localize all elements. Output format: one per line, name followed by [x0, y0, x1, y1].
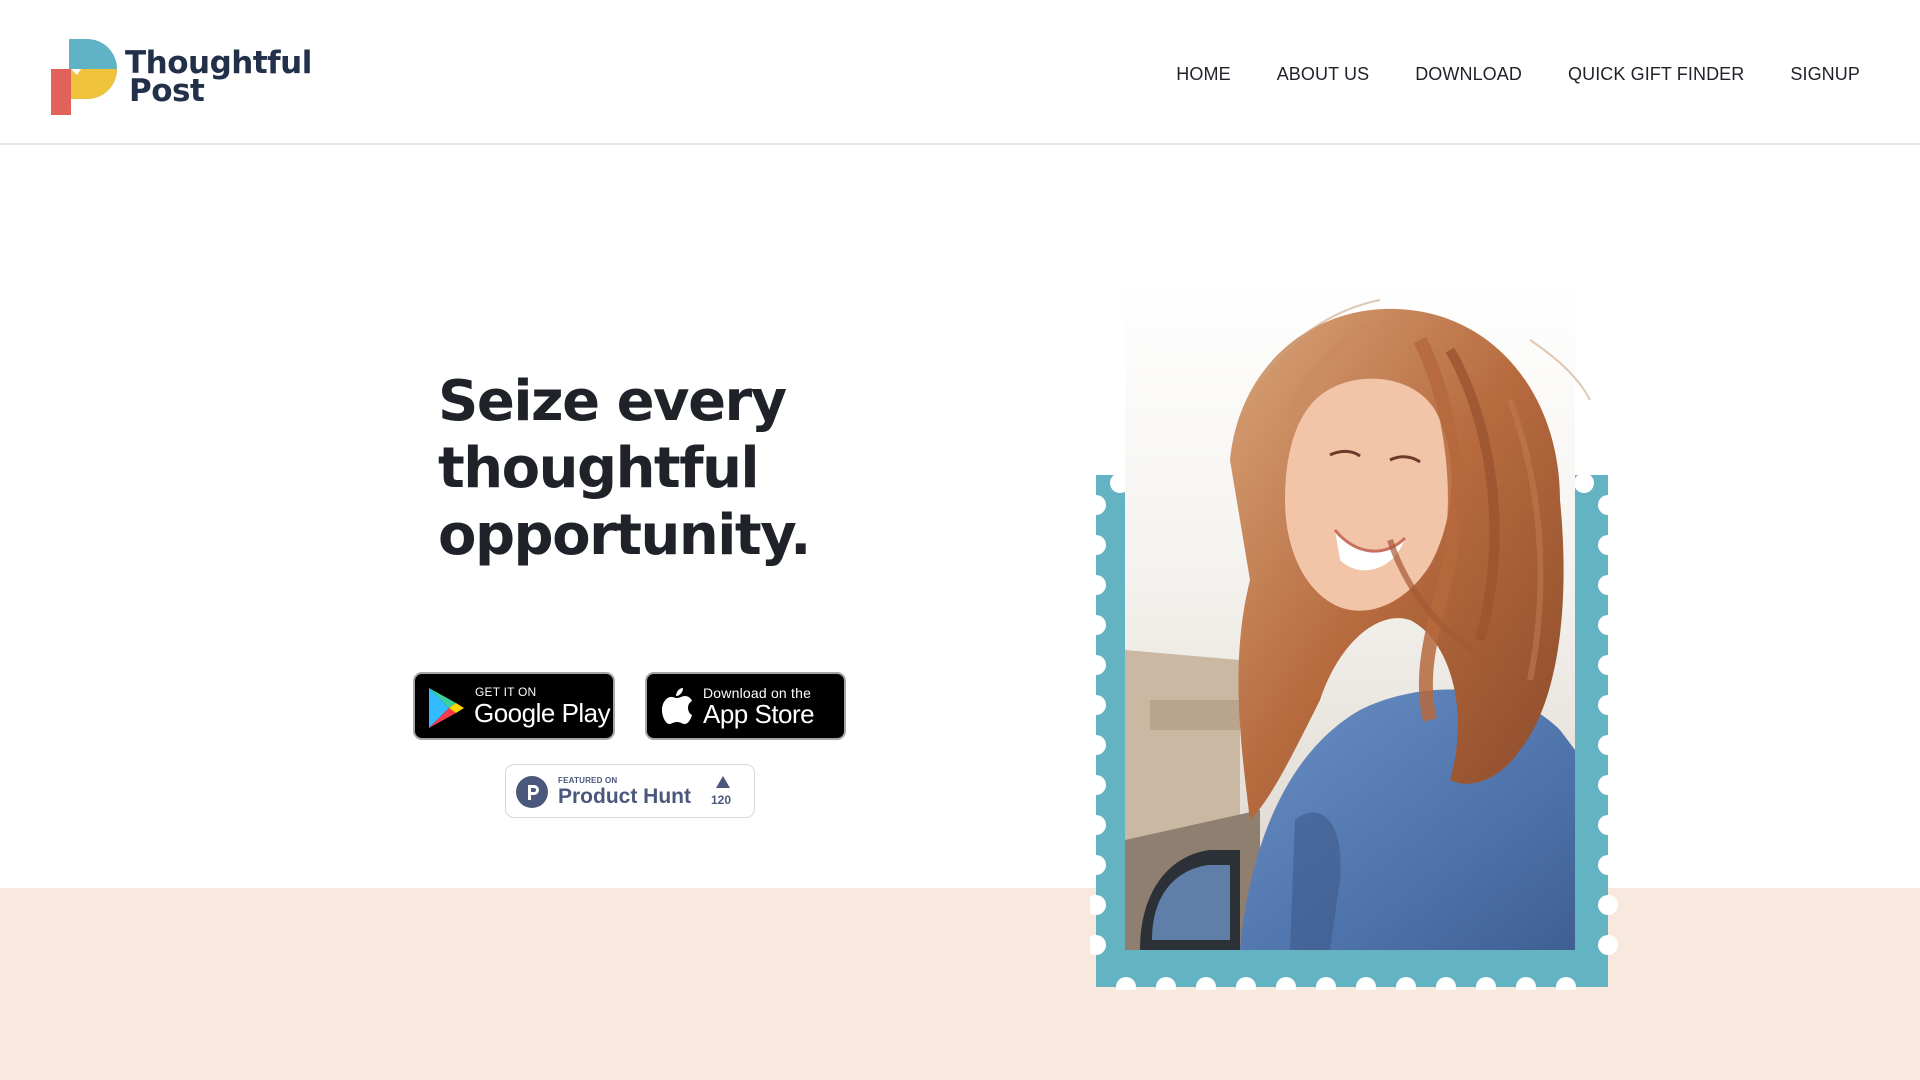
google-play-large-text: Google Play	[474, 698, 611, 728]
google-play-small-text: GET IT ON	[475, 685, 537, 699]
upvote-triangle-icon	[716, 776, 730, 788]
logo-mark-icon	[51, 39, 117, 115]
headline-line-1: Seize every	[438, 369, 787, 434]
google-play-icon	[429, 688, 464, 728]
stamp-photo-illustration	[1090, 280, 1618, 990]
logo-wordmark: Thoughtful Post	[125, 48, 312, 109]
peach-background-band	[0, 888, 1920, 1080]
product-hunt-upvote-count: 120	[711, 793, 732, 807]
google-play-badge[interactable]: GET IT ON Google Play	[413, 672, 615, 740]
nav-download[interactable]: DOWNLOAD	[1415, 64, 1522, 85]
nav-quick-gift-finder[interactable]: QUICK GIFT FINDER	[1568, 64, 1744, 85]
app-store-large-text: App Store	[703, 699, 815, 729]
headline-line-3: opportunity.	[438, 503, 811, 568]
nav-home[interactable]: HOME	[1176, 64, 1230, 85]
stamp-photo	[1090, 280, 1620, 990]
main-nav: HOME ABOUT US DOWNLOAD QUICK GIFT FINDER…	[1176, 64, 1860, 85]
nav-signup[interactable]: SIGNUP	[1790, 64, 1860, 85]
product-hunt-badge[interactable]: FEATURED ON Product Hunt 120	[505, 764, 755, 818]
thoughtful-post-logo[interactable]: Thoughtful Post	[51, 39, 312, 115]
logo-wordmark-line2: Post	[129, 73, 205, 109]
product-hunt-large-text: Product Hunt	[558, 785, 691, 808]
hero-headline: Seize every thoughtful opportunity.	[438, 368, 918, 569]
product-hunt-small-text: FEATURED ON	[558, 776, 618, 785]
nav-about-us[interactable]: ABOUT US	[1277, 64, 1370, 85]
apple-icon	[662, 688, 692, 724]
headline-line-2: thoughtful	[438, 436, 760, 501]
site-header: Thoughtful Post HOME ABOUT US DOWNLOAD Q…	[0, 0, 1920, 145]
app-store-badge[interactable]: Download on the App Store	[645, 672, 846, 740]
product-hunt-icon	[516, 776, 548, 808]
